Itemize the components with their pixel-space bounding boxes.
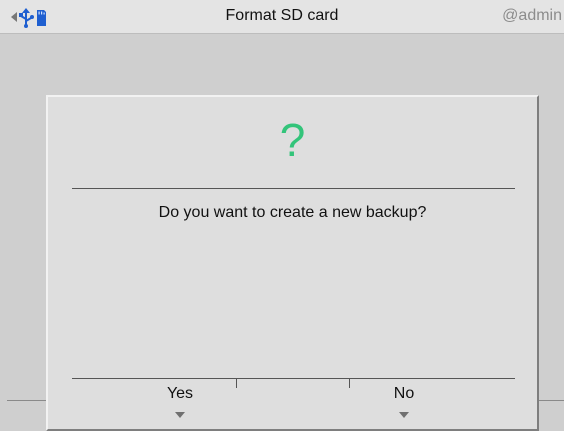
user-label: @admin — [502, 7, 562, 24]
no-button[interactable]: No — [344, 385, 464, 403]
background-divider-right — [537, 400, 564, 401]
softkey-divider — [72, 378, 515, 379]
background-divider-left — [7, 400, 47, 401]
dialog-message: Do you want to create a new backup? — [158, 204, 427, 221]
yes-button[interactable]: Yes — [120, 385, 240, 403]
title-bar: Format SD card @admin — [0, 0, 564, 34]
no-softkey-arrow-icon — [399, 412, 409, 418]
page-title: Format SD card — [225, 7, 339, 24]
yes-softkey-arrow-icon — [175, 412, 185, 418]
confirm-dialog: ? Do you want to create a new backup? Ye… — [46, 95, 539, 431]
question-mark-icon: ? — [279, 114, 306, 166]
dialog-divider-top — [72, 188, 515, 189]
